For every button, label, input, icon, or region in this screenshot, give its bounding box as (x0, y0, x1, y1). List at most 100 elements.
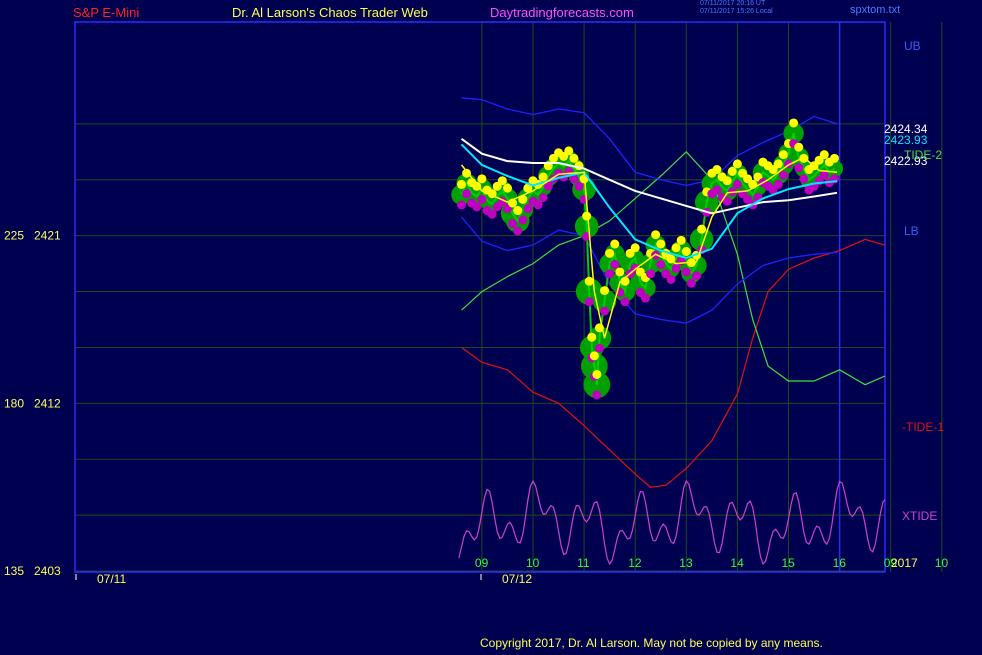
high-dot (610, 240, 619, 249)
low-dot (534, 200, 543, 209)
x-tick-hour: 10 (526, 556, 540, 570)
low-dot (712, 186, 721, 195)
low-dot (513, 227, 522, 236)
x-date-label: 07/12 (502, 572, 532, 586)
x-tick-hour: 13 (679, 556, 693, 570)
low-dot (477, 195, 486, 204)
high-dot (457, 180, 466, 189)
high-dot (585, 277, 594, 286)
label-tide1: -TIDE-1 (902, 420, 944, 434)
y-tick-left: 135 (4, 564, 24, 578)
low-dot (462, 189, 471, 198)
time-utc: 07/11/2017 20:16 UT (700, 0, 765, 8)
site-title: Dr. Al Larson's Chaos Trader Web (232, 5, 428, 20)
copyright: Copyright 2017, Dr. Al Larson. May not b… (480, 636, 823, 650)
tide1-line (462, 225, 982, 488)
high-dot (498, 176, 507, 185)
high-dot (820, 150, 829, 159)
x-tick-hour: 11 (577, 556, 590, 570)
low-dot (595, 344, 604, 353)
x-tick-hour: 14 (730, 556, 744, 570)
symbol-title: S&P E-Mini (73, 5, 139, 20)
low-dot (539, 193, 548, 202)
y-tick-right: 2421 (34, 229, 61, 243)
low-dot (799, 174, 808, 183)
high-dot (513, 206, 522, 215)
low-dot (774, 180, 783, 189)
low-dot (610, 260, 619, 269)
low-dot (779, 171, 788, 180)
low-dot (600, 307, 609, 316)
low-dot (574, 182, 583, 191)
x-tick-hour: 16 (833, 556, 847, 570)
low-dot (488, 210, 497, 219)
low-dot (666, 275, 675, 284)
x-tick-hour: 09 (475, 556, 489, 570)
low-dot (472, 202, 481, 211)
low-dot (457, 200, 466, 209)
last-cyan-value: 2423.93 (884, 133, 928, 147)
low-dot (605, 269, 614, 278)
label-xtide: XTIDE (902, 509, 937, 523)
high-dot (697, 225, 706, 234)
low-dot (656, 260, 665, 269)
high-dot (477, 174, 486, 183)
time-local: 07/11/2017 15:26 Local (700, 8, 773, 16)
y-tick-right: 2403 (34, 564, 61, 578)
high-dot (631, 243, 640, 252)
low-dot (585, 297, 594, 306)
high-dot (564, 146, 573, 155)
high-dot (582, 212, 591, 221)
x-tick-hour: 15 (782, 556, 796, 570)
high-dot (830, 154, 839, 163)
label-lower-band: LB (904, 224, 919, 238)
label-upper-band: UB (904, 39, 921, 53)
low-dot (523, 204, 532, 213)
x-year-label: 2017 (891, 556, 918, 570)
x-date-label: 07/11 (97, 572, 126, 586)
label-tide2: TIDE-2 (904, 148, 942, 162)
low-dot (508, 219, 517, 228)
low-dot (733, 180, 742, 189)
high-dot (712, 165, 721, 174)
low-dot (620, 297, 629, 306)
data-file: spxtom.txt (850, 4, 900, 16)
high-dot (672, 243, 681, 252)
high-dot (615, 267, 624, 276)
high-dot (590, 351, 599, 360)
y-tick-left: 180 (4, 396, 24, 410)
low-dot (641, 294, 650, 303)
high-dot (656, 240, 665, 249)
high-dot (587, 333, 596, 342)
high-dot (592, 370, 601, 379)
low-dot (646, 269, 655, 278)
high-dot (677, 236, 686, 245)
high-dot (779, 150, 788, 159)
high-dot (733, 159, 742, 168)
low-dot (692, 271, 701, 280)
high-dot (728, 167, 737, 176)
plot-frame (75, 22, 885, 572)
high-dot (794, 143, 803, 152)
x-tick-hour: 10 (935, 556, 949, 570)
low-dot (518, 215, 527, 224)
chart-svg: 2252421180241213524030910111213141516091… (0, 0, 982, 650)
low-dot (682, 267, 691, 276)
low-dot (687, 279, 696, 288)
site-url: Daytradingforecasts.com (490, 5, 634, 20)
high-dot (774, 159, 783, 168)
high-dot (682, 247, 691, 256)
high-dot (605, 249, 614, 258)
high-dot (651, 230, 660, 239)
high-dot (569, 154, 578, 163)
high-dot (600, 286, 609, 295)
low-dot (592, 390, 601, 399)
x-tick-hour: 12 (628, 556, 642, 570)
high-dot (723, 176, 732, 185)
chart: 2252421180241213524030910111213141516091… (0, 0, 982, 655)
high-dot (503, 184, 512, 193)
y-tick-left: 225 (4, 229, 24, 243)
high-dot (539, 172, 548, 181)
high-dot (789, 118, 798, 127)
y-tick-right: 2412 (34, 396, 61, 410)
